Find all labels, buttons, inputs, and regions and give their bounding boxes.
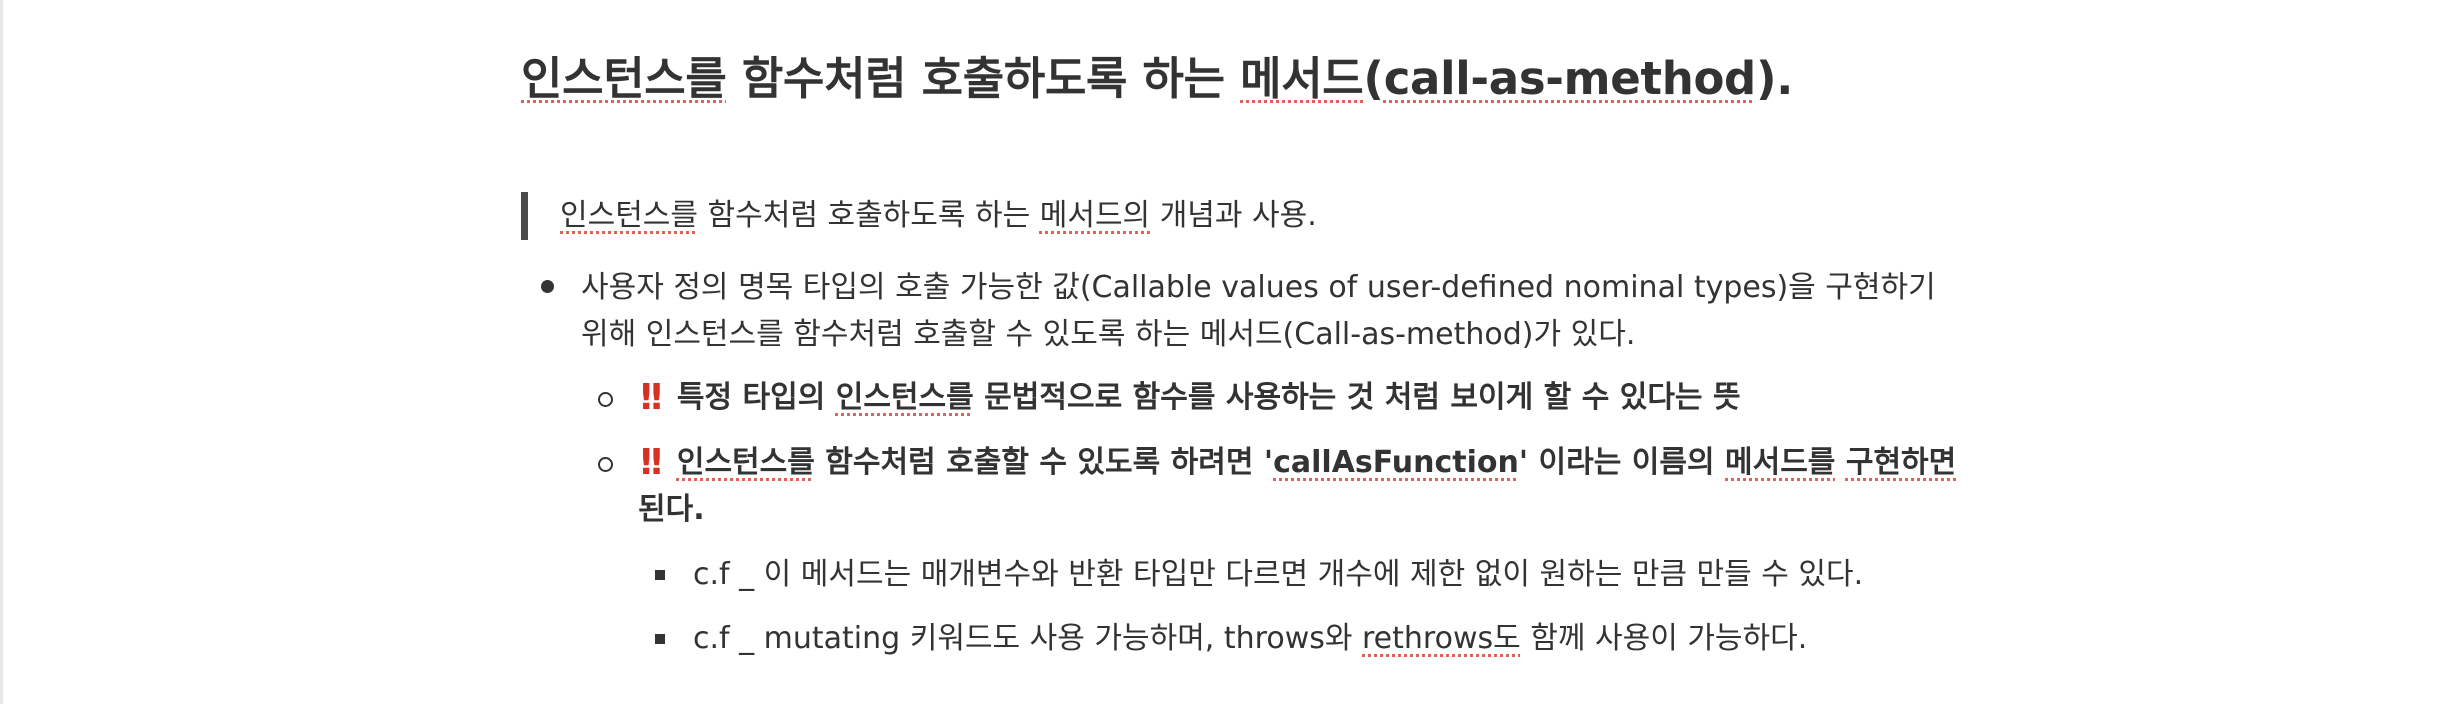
bullet-circle-icon bbox=[598, 392, 613, 407]
subsub2-text-a: c.f _ mutating 키워드도 사용 가능하며, throws와 bbox=[693, 621, 1362, 656]
sub2-word-callasfunction: callAsFunction bbox=[1273, 445, 1519, 480]
title-text: 함수처럼 호출하도록 하는 bbox=[726, 52, 1241, 105]
bullet1-line2: 위해 인스턴스를 함수처럼 호출할 수 있도록 하는 메서드(Call-as-m… bbox=[581, 317, 1636, 352]
left-edge-border bbox=[0, 0, 3, 704]
sub1-text-b: 문법적으로 함수를 사용하는 것 처럼 보이게 할 수 있다는 뜻 bbox=[973, 380, 1741, 415]
title-word-method: 메서드 bbox=[1240, 52, 1364, 105]
bullet-square-icon bbox=[655, 570, 665, 580]
quote-word-method: 메서드의 bbox=[1039, 198, 1151, 233]
bullet1-line1: 사용자 정의 명목 타입의 호출 가능한 값(Callable values o… bbox=[581, 270, 1936, 305]
sub-sub-bullet-1: c.f _ 이 메서드는 매개변수와 반환 타입만 다르면 개수에 제한 없이 … bbox=[693, 557, 1864, 592]
bullet-square-icon bbox=[655, 634, 665, 644]
subsub2-text-b: 함께 사용이 가능하다. bbox=[1520, 621, 1808, 656]
title-word-instance: 인스턴스를 bbox=[521, 52, 727, 105]
sub1-word-instance: 인스턴스를 bbox=[835, 380, 974, 415]
sub2-text-a: 함수처럼 호출할 수 있도록 하려면 ' bbox=[814, 445, 1274, 480]
sub-sub-bullet-2: c.f _ mutating 키워드도 사용 가능하며, throws와 ret… bbox=[693, 617, 1807, 661]
bullet-circle-icon bbox=[598, 457, 613, 472]
blockquote: 인스턴스를 함수처럼 호출하도록 하는 메서드의 개념과 사용. bbox=[521, 192, 1317, 240]
subsub2-word-rethrows: rethrows도 bbox=[1362, 621, 1521, 656]
sub2-word-instance: 인스턴스를 bbox=[676, 445, 815, 480]
double-exclamation-icon: !! bbox=[638, 442, 665, 483]
title-paren: ( bbox=[1363, 52, 1384, 105]
sub-bullet-2-line2: 된다. bbox=[638, 492, 705, 527]
sub2-word-implement: 구현하면 bbox=[1845, 445, 1957, 480]
bullet-disc-icon bbox=[541, 280, 554, 293]
sub1-text-a: 특정 타입의 bbox=[676, 380, 836, 415]
sub2-text-b: ' 이라는 이름의 bbox=[1518, 445, 1725, 480]
sub2-text-c bbox=[1835, 445, 1845, 480]
double-exclamation-icon: !! bbox=[638, 377, 665, 418]
quote-text: 함수처럼 호출하도록 하는 bbox=[698, 198, 1040, 233]
title-suffix: ). bbox=[1755, 52, 1794, 105]
quote-text-end: 개념과 사용. bbox=[1150, 198, 1317, 233]
sub-bullet-2-line1: !! 인스턴스를 함수처럼 호출할 수 있도록 하려면 'callAsFuncti… bbox=[638, 441, 1956, 485]
sub-bullet-1: !! 특정 타입의 인스턴스를 문법적으로 함수를 사용하는 것 처럼 보이게 할… bbox=[638, 376, 1741, 420]
title-word-call-as-method: call-as-method bbox=[1383, 52, 1757, 105]
sub2-word-method: 메서드를 bbox=[1725, 445, 1836, 480]
page-title: 인스턴스를 함수처럼 호출하도록 하는 메서드(call-as-method). bbox=[521, 42, 1793, 107]
quote-word-instance: 인스턴스를 bbox=[560, 198, 698, 233]
